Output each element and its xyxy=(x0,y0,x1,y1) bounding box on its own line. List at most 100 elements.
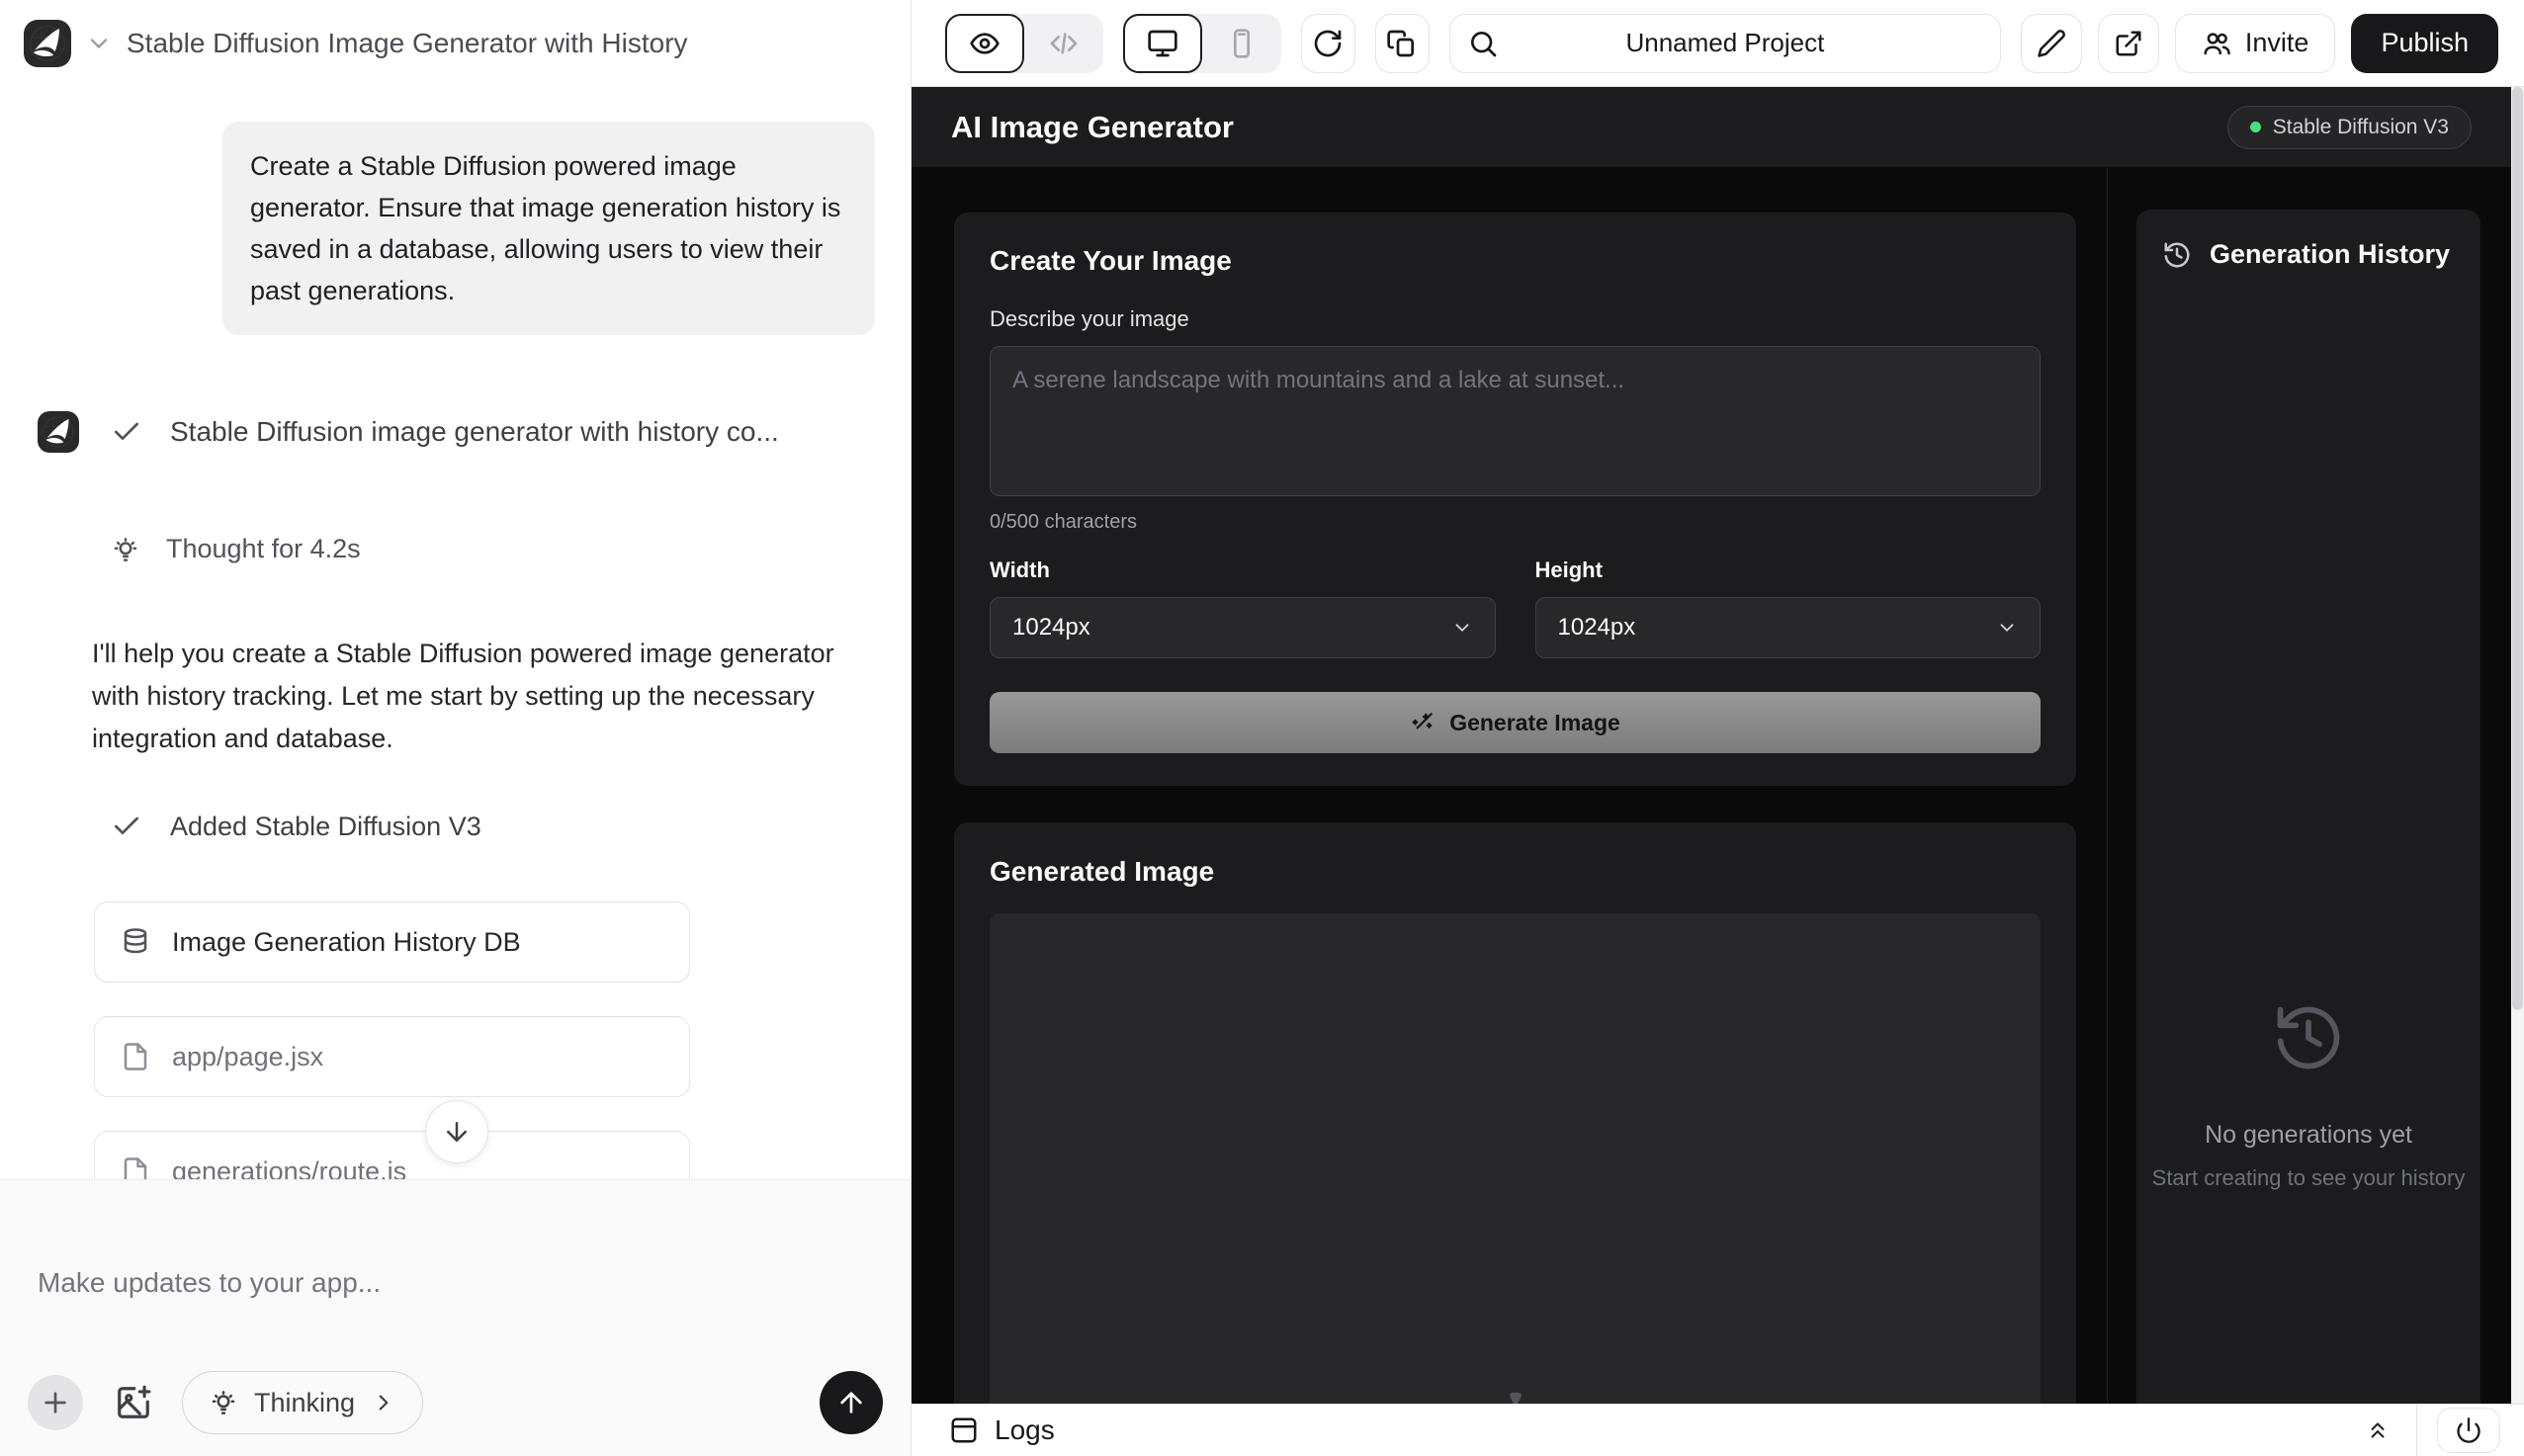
chat-header: Stable Diffusion Image Generator with Hi… xyxy=(0,0,911,87)
height-select[interactable]: 1024px xyxy=(1535,597,2042,658)
height-label: Height xyxy=(1535,557,2042,583)
artifact-card-file[interactable]: generations/route.js xyxy=(94,1131,690,1179)
history-icon xyxy=(2136,1000,2480,1075)
width-select[interactable]: 1024px xyxy=(990,597,1496,658)
thought-row[interactable]: Thought for 4.2s xyxy=(111,534,361,564)
app-logo[interactable] xyxy=(24,20,71,67)
history-empty-state: No generations yet Start creating to see… xyxy=(2136,1000,2480,1191)
artifact-label: generations/route.js xyxy=(172,1156,406,1180)
lightbulb-icon xyxy=(209,1388,238,1417)
model-badge-label: Stable Diffusion V3 xyxy=(2273,116,2449,139)
check-icon xyxy=(111,416,142,448)
generated-image-card: Generated Image Your generated ima xyxy=(954,822,2076,1404)
project-name-field xyxy=(1449,14,2001,73)
artifact-card-database[interactable]: Image Generation History DB xyxy=(94,901,690,983)
composer-toolbar: Thinking xyxy=(28,1371,883,1434)
thinking-mode-button[interactable]: Thinking xyxy=(182,1371,423,1434)
expand-logs-button[interactable] xyxy=(2339,1417,2416,1443)
composer[interactable]: Make updates to your app... xyxy=(0,1179,911,1456)
scroll-to-bottom-button[interactable] xyxy=(425,1100,488,1163)
scrollbar-thumb[interactable] xyxy=(2512,87,2523,1010)
arrow-down-icon xyxy=(442,1117,472,1147)
refresh-button[interactable] xyxy=(1301,14,1355,73)
view-mode-toggle xyxy=(945,14,1103,73)
toolbar-right: Invite Publish xyxy=(2021,14,2498,73)
prompt-textarea[interactable] xyxy=(990,346,2041,496)
composer-input[interactable]: Make updates to your app... xyxy=(38,1267,381,1299)
chevrons-up-icon xyxy=(2365,1417,2391,1443)
mobile-view-button[interactable] xyxy=(1202,14,1281,73)
chevron-down-icon xyxy=(1451,617,1473,639)
model-badge: Stable Diffusion V3 xyxy=(2227,106,2472,149)
added-step-row: Added Stable Diffusion V3 xyxy=(111,811,481,842)
refresh-icon xyxy=(1312,28,1344,59)
logs-panel-icon xyxy=(949,1415,979,1445)
code-icon xyxy=(1048,28,1080,59)
power-button[interactable] xyxy=(2437,1408,2500,1453)
history-header: Generation History xyxy=(2162,239,2455,270)
generation-history-card: Generation History No generations yet St… xyxy=(2136,210,2480,1404)
open-external-button[interactable] xyxy=(2098,14,2159,73)
thinking-label: Thinking xyxy=(254,1388,355,1418)
project-name-input[interactable] xyxy=(1449,14,2001,73)
rename-button[interactable] xyxy=(2021,14,2082,73)
app-preview-frame: AI Image Generator Stable Diffusion V3 C… xyxy=(912,87,2511,1404)
describe-label: Describe your image xyxy=(990,306,2041,332)
history-empty-subtitle: Start creating to see your history xyxy=(2136,1165,2480,1191)
logs-controls xyxy=(2339,1405,2500,1456)
invite-label: Invite xyxy=(2245,28,2309,58)
power-icon xyxy=(2455,1416,2482,1444)
generate-image-button[interactable]: Generate Image xyxy=(990,692,2041,753)
history-title: Generation History xyxy=(2210,239,2450,270)
send-button[interactable] xyxy=(820,1371,883,1434)
app-main-column: Create Your Image Describe your image 0/… xyxy=(912,168,2107,1404)
create-image-card: Create Your Image Describe your image 0/… xyxy=(954,213,2076,786)
logs-bar: Logs xyxy=(912,1404,2524,1456)
app-root: Stable Diffusion Image Generator with Hi… xyxy=(0,0,2524,1456)
artifact-label: Image Generation History DB xyxy=(172,927,521,958)
app-body: Create Your Image Describe your image 0/… xyxy=(912,168,2511,1404)
generate-label: Generate Image xyxy=(1449,710,1620,736)
pencil-icon xyxy=(2037,29,2066,58)
arrow-up-icon xyxy=(835,1387,867,1418)
width-value: 1024px xyxy=(1012,614,1090,642)
logs-label: Logs xyxy=(995,1414,1055,1446)
generated-card-title: Generated Image xyxy=(990,856,2041,888)
add-attachment-button[interactable] xyxy=(28,1375,83,1430)
check-icon xyxy=(111,811,142,842)
artifact-label: app/page.jsx xyxy=(172,1042,323,1072)
logs-toggle[interactable]: Logs xyxy=(949,1414,1055,1446)
invite-button[interactable]: Invite xyxy=(2175,14,2336,73)
char-counter: 0/500 characters xyxy=(990,511,2041,534)
copy-button[interactable] xyxy=(1375,14,1430,73)
file-icon xyxy=(121,1042,150,1071)
add-image-button[interactable] xyxy=(115,1384,152,1421)
publish-button[interactable]: Publish xyxy=(2351,14,2498,73)
image-plus-icon xyxy=(115,1384,152,1421)
preview-toolbar: Invite Publish xyxy=(912,0,2524,87)
height-value: 1024px xyxy=(1558,614,1636,642)
added-step-label: Added Stable Diffusion V3 xyxy=(170,812,481,842)
device-toggle xyxy=(1123,14,1281,73)
assistant-status-row[interactable]: Stable Diffusion image generator with hi… xyxy=(38,411,779,453)
copy-icon xyxy=(1386,28,1418,59)
preview-region: AI Image Generator Stable Diffusion V3 C… xyxy=(912,87,2524,1404)
task-status-text: Stable Diffusion image generator with hi… xyxy=(170,416,779,448)
app-title: AI Image Generator xyxy=(951,110,1234,145)
chevron-down-icon[interactable] xyxy=(85,30,113,57)
preview-mode-button[interactable] xyxy=(945,14,1024,73)
monitor-icon xyxy=(1147,28,1178,59)
desktop-view-button[interactable] xyxy=(1123,14,1202,73)
external-link-icon xyxy=(2114,29,2143,58)
preview-scrollbar[interactable] xyxy=(2511,87,2524,1404)
status-dot xyxy=(2250,122,2261,132)
file-icon xyxy=(121,1156,150,1179)
app-header: AI Image Generator Stable Diffusion V3 xyxy=(912,87,2511,168)
eye-icon xyxy=(969,28,1001,59)
artifact-card-file[interactable]: app/page.jsx xyxy=(94,1016,690,1097)
chevron-down-icon xyxy=(1996,617,2018,639)
thought-label: Thought for 4.2s xyxy=(166,534,361,564)
smartphone-icon xyxy=(1226,28,1258,59)
dimensions-row: Width 1024px Height xyxy=(990,557,2041,658)
code-mode-button[interactable] xyxy=(1024,14,1103,73)
